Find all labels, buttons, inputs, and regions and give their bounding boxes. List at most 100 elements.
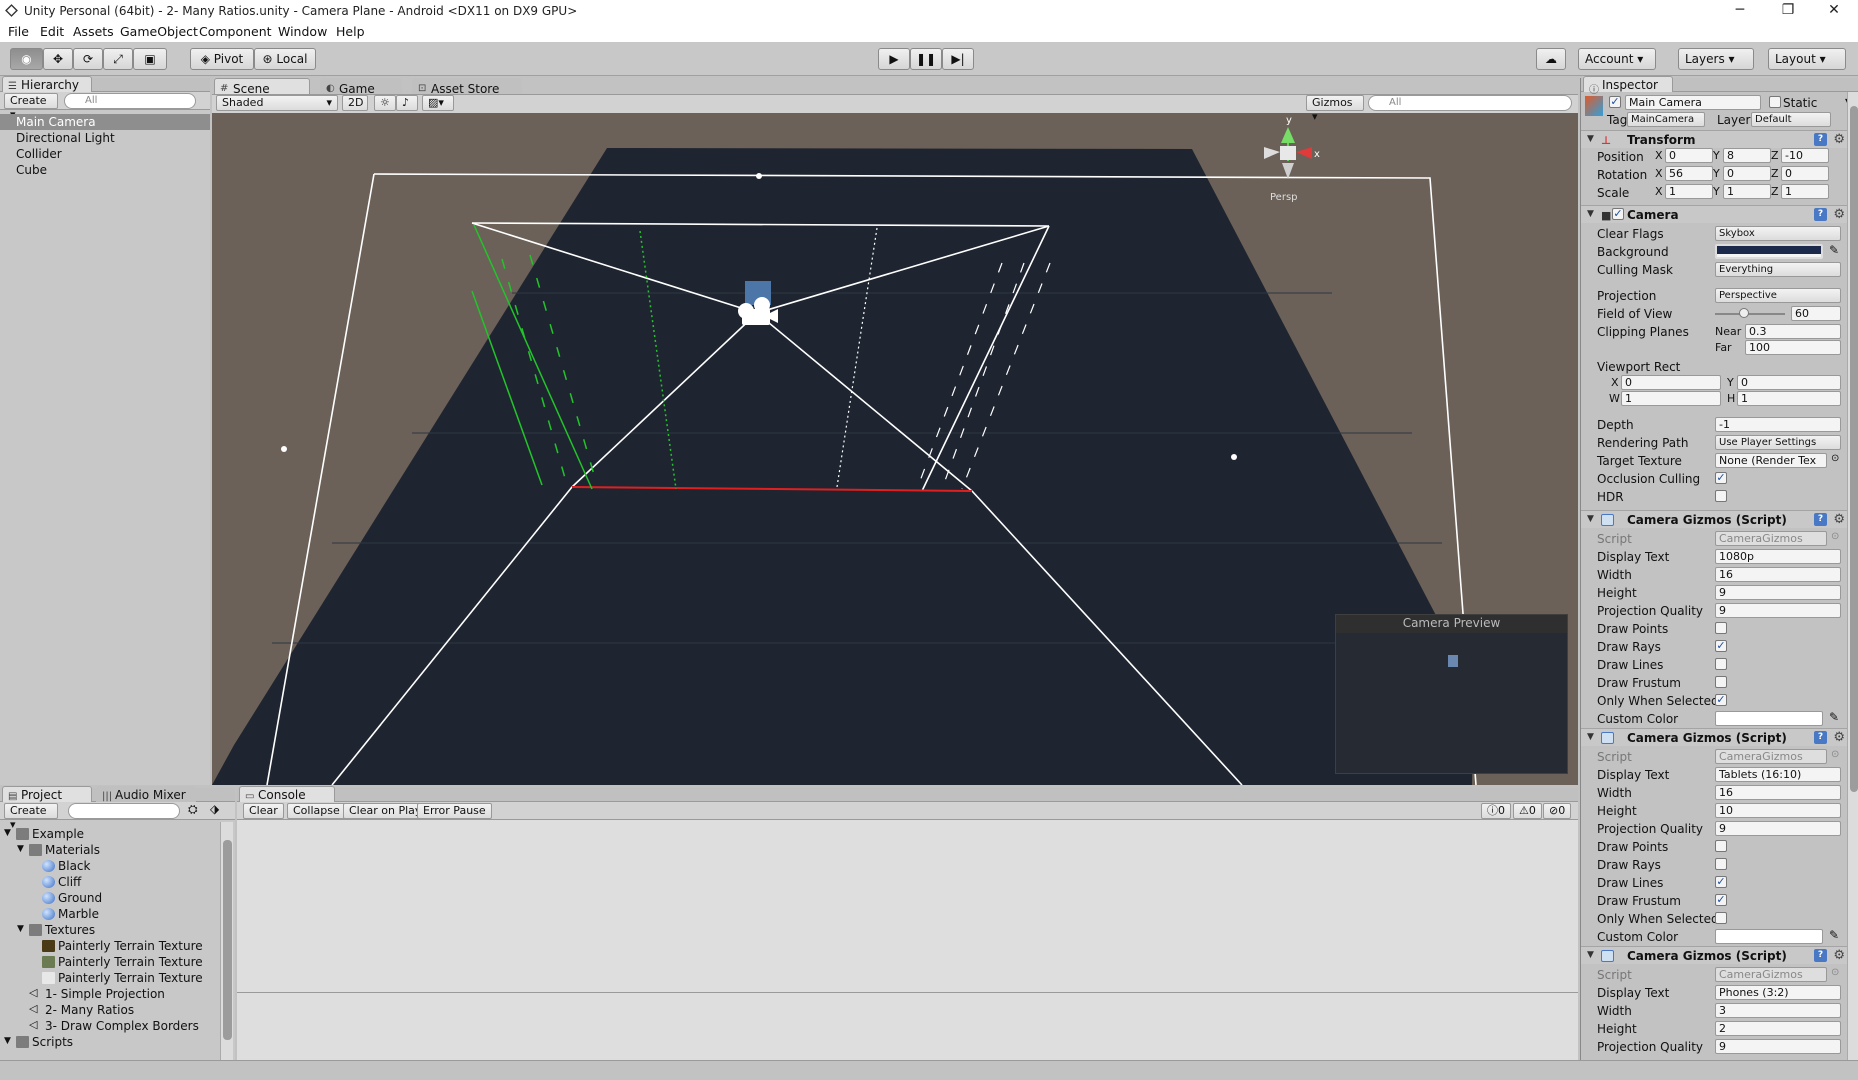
object-name-field[interactable]: Main Camera xyxy=(1625,95,1761,110)
clear-flags-dropdown[interactable]: Skybox xyxy=(1715,226,1841,241)
width-field[interactable]: 16 xyxy=(1715,785,1841,800)
target-texture-field[interactable]: None (Render Tex xyxy=(1715,453,1827,468)
tag-dropdown[interactable]: MainCamera xyxy=(1627,112,1705,127)
layout-dropdown[interactable]: Layout ▾ xyxy=(1768,48,1846,70)
shading-dropdown[interactable]: Shaded ▾ xyxy=(216,95,338,111)
only-when-selected-checkbox[interactable]: ✓ xyxy=(1715,694,1727,706)
active-checkbox[interactable]: ✓ xyxy=(1609,96,1621,108)
project-item[interactable]: 1- Simple Projection xyxy=(45,986,165,1002)
hierarchy-item-cube[interactable]: Cube xyxy=(0,162,210,178)
fov-slider-handle[interactable] xyxy=(1739,308,1749,318)
vp-y-field[interactable]: 0 xyxy=(1737,375,1841,390)
camera-gizmos-header[interactable]: ▼ Camera Gizmos (Script) ? ⚙ xyxy=(1581,510,1858,528)
culling-mask-dropdown[interactable]: Everything xyxy=(1715,262,1841,277)
height-field[interactable]: 2 xyxy=(1715,1021,1841,1036)
rotation-z-field[interactable]: 0 xyxy=(1781,166,1829,181)
tree-expand-icon[interactable]: ▼ xyxy=(4,1036,11,1046)
account-dropdown[interactable]: Account ▾ xyxy=(1578,48,1656,70)
draw-lines-checkbox[interactable]: ✓ xyxy=(1715,658,1727,670)
hierarchy-item-main-camera[interactable]: Main Camera xyxy=(0,114,210,130)
inspector-scrollbar[interactable] xyxy=(1847,92,1858,1060)
tab-audio-mixer[interactable]: ||| Audio Mixer xyxy=(96,786,196,802)
effects-dropdown[interactable]: ▨▾ xyxy=(422,95,454,111)
draw-rays-checkbox[interactable]: ✓ xyxy=(1715,858,1727,870)
project-item[interactable]: Painterly Terrain Texture xyxy=(58,954,203,970)
scale-x-field[interactable]: 1 xyxy=(1665,184,1713,199)
transform-header[interactable]: ▼ ⊥ Transform ? ⚙ xyxy=(1581,130,1858,148)
close-button[interactable]: ✕ xyxy=(1814,2,1854,18)
hierarchy-create-button[interactable]: Create ▾ xyxy=(4,93,58,121)
scale-z-field[interactable]: 1 xyxy=(1781,184,1829,199)
display-text-field[interactable]: Phones (3:2) xyxy=(1715,985,1841,1000)
tree-expand-icon[interactable]: ▼ xyxy=(4,828,11,838)
layers-dropdown[interactable]: Layers ▾ xyxy=(1678,48,1754,70)
inspector-scrollbar-thumb[interactable] xyxy=(1850,106,1858,792)
object-picker-icon[interactable]: ⊙ xyxy=(1831,453,1839,464)
camera-gizmos-header[interactable]: ▼ Camera Gizmos (Script) ? ⚙ xyxy=(1581,946,1858,964)
menu-window[interactable]: Window xyxy=(278,24,327,39)
tab-hierarchy[interactable]: ☰ Hierarchy xyxy=(2,76,92,92)
project-item[interactable]: 2- Many Ratios xyxy=(45,1002,134,1018)
local-toggle[interactable]: ⊛ Local xyxy=(254,48,316,70)
project-search-input[interactable] xyxy=(68,803,180,819)
fov-slider-track[interactable] xyxy=(1715,313,1785,315)
console-warning-count[interactable]: ⚠0 xyxy=(1513,803,1542,819)
depth-field[interactable]: -1 xyxy=(1715,417,1841,432)
height-field[interactable]: 9 xyxy=(1715,585,1841,600)
rotation-y-field[interactable]: 0 xyxy=(1723,166,1771,181)
rotate-tool-button[interactable]: ⟳ xyxy=(73,48,103,70)
eyedropper-icon[interactable]: ✎ xyxy=(1829,928,1839,942)
far-field[interactable]: 100 xyxy=(1745,340,1841,355)
gizmos-dropdown[interactable]: Gizmos ▾ xyxy=(1306,95,1364,123)
only-when-selected-checkbox[interactable]: ✓ xyxy=(1715,912,1727,924)
layer-dropdown[interactable]: Default xyxy=(1751,112,1831,127)
filter-label-icon[interactable]: ⬗ xyxy=(210,802,219,816)
console-clear-on-play-button[interactable]: Clear on Play xyxy=(343,803,428,819)
background-color-field[interactable] xyxy=(1715,244,1823,259)
rotation-x-field[interactable]: 56 xyxy=(1665,166,1713,181)
play-button[interactable]: ▶ xyxy=(878,48,910,70)
project-item[interactable]: Cliff xyxy=(58,874,81,890)
maximize-button[interactable]: ❐ xyxy=(1768,2,1808,18)
lighting-toggle[interactable]: ☼ xyxy=(374,95,396,111)
project-item[interactable]: Scripts xyxy=(32,1034,73,1050)
console-error-count[interactable]: ⊘0 xyxy=(1543,803,1572,819)
cloud-button[interactable]: ☁ xyxy=(1536,48,1566,70)
project-item[interactable]: Textures xyxy=(45,922,95,938)
console-log-count[interactable]: ⓘ0 xyxy=(1481,803,1511,819)
projection-dropdown[interactable]: Perspective xyxy=(1715,288,1841,303)
rect-tool-button[interactable]: ▣ xyxy=(133,48,167,70)
pivot-toggle[interactable]: ◈ Pivot xyxy=(190,48,254,70)
display-text-field[interactable]: Tablets (16:10) xyxy=(1715,767,1841,782)
projection-quality-field[interactable]: 9 xyxy=(1715,603,1841,618)
help-icon[interactable]: ? xyxy=(1814,949,1827,962)
fov-field[interactable]: 60 xyxy=(1791,306,1841,321)
width-field[interactable]: 16 xyxy=(1715,567,1841,582)
hierarchy-search-input[interactable]: All xyxy=(64,93,196,109)
project-item[interactable]: Example xyxy=(32,826,84,842)
vp-h-field[interactable]: 1 xyxy=(1737,391,1841,406)
camera-gizmos-header[interactable]: ▼ Camera Gizmos (Script) ? ⚙ xyxy=(1581,728,1858,746)
help-icon[interactable]: ? xyxy=(1814,731,1827,744)
vp-x-field[interactable]: 0 xyxy=(1621,375,1721,390)
hdr-checkbox[interactable]: ✓ xyxy=(1715,490,1727,502)
project-item[interactable]: Black xyxy=(58,858,90,874)
near-field[interactable]: 0.3 xyxy=(1745,324,1841,339)
console-collapse-button[interactable]: Collapse xyxy=(287,803,346,819)
width-field[interactable]: 3 xyxy=(1715,1003,1841,1018)
persp-label[interactable]: Persp xyxy=(1270,192,1298,203)
project-item[interactable]: Ground xyxy=(58,890,102,906)
menu-gameobject[interactable]: GameObject xyxy=(120,24,198,39)
help-icon[interactable]: ? xyxy=(1814,208,1827,221)
project-item[interactable]: Materials xyxy=(45,842,100,858)
pause-button[interactable]: ❚❚ xyxy=(910,48,942,70)
scene-search-input[interactable]: All xyxy=(1368,95,1572,111)
draw-frustum-checkbox[interactable]: ✓ xyxy=(1715,894,1727,906)
project-item[interactable]: Marble xyxy=(58,906,99,922)
audio-toggle[interactable]: ♪ xyxy=(396,95,418,111)
custom-color-field[interactable] xyxy=(1715,929,1823,944)
vp-w-field[interactable]: 1 xyxy=(1621,391,1721,406)
projection-quality-field[interactable]: 9 xyxy=(1715,821,1841,836)
tab-project[interactable]: ▤ Project xyxy=(2,786,92,802)
view-tool-button[interactable]: ◉ xyxy=(10,48,43,70)
